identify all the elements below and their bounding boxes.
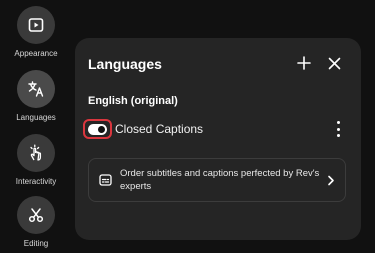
language-name: English (original) xyxy=(88,95,178,107)
play-square-icon xyxy=(17,6,55,44)
chevron-right-icon xyxy=(328,175,334,186)
closed-captions-label: Closed Captions xyxy=(115,122,204,136)
tap-hand-icon xyxy=(17,134,55,172)
close-button[interactable] xyxy=(325,54,343,72)
toggle-track xyxy=(88,123,107,135)
sidebar-item-label: Appearance xyxy=(14,49,58,58)
languages-panel: Languages English (original) Closed Capt… xyxy=(75,38,361,240)
sidebar: Appearance Languages Interactivity Editi… xyxy=(0,0,72,253)
sidebar-item-appearance[interactable]: Appearance xyxy=(0,6,72,58)
sidebar-item-label: Editing xyxy=(23,239,49,248)
plus-icon xyxy=(297,56,311,70)
sidebar-item-interactivity[interactable]: Interactivity xyxy=(0,134,72,186)
closed-captions-toggle[interactable] xyxy=(83,119,112,139)
toggle-knob xyxy=(98,125,105,133)
scissors-icon xyxy=(17,196,55,234)
sidebar-item-label: Interactivity xyxy=(15,177,57,186)
order-captions-text: Order subtitles and captions perfected b… xyxy=(120,168,320,192)
closed-captions-row: Closed Captions xyxy=(83,119,353,141)
order-captions-card[interactable]: Order subtitles and captions perfected b… xyxy=(88,158,346,202)
kebab-menu-icon[interactable] xyxy=(333,121,343,137)
panel-title: Languages xyxy=(88,56,162,72)
sidebar-item-label: Languages xyxy=(16,113,56,122)
captions-icon xyxy=(99,174,112,186)
close-icon xyxy=(328,57,340,69)
translate-icon xyxy=(17,70,55,108)
add-language-button[interactable] xyxy=(295,54,313,72)
sidebar-item-editing[interactable]: Editing xyxy=(0,196,72,248)
sidebar-item-languages[interactable]: Languages xyxy=(0,70,72,122)
